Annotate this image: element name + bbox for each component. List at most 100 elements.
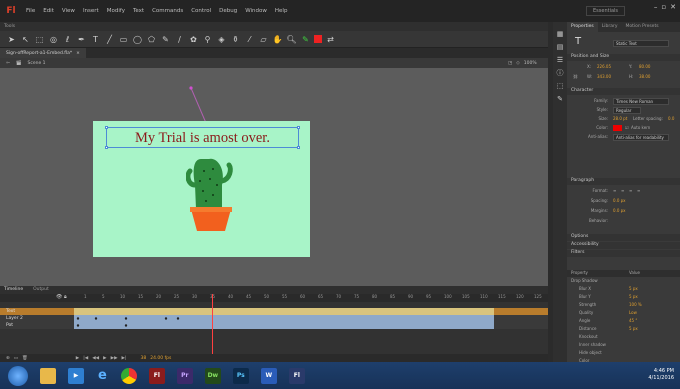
play-button[interactable]: ▶ xyxy=(76,356,79,361)
filter-row[interactable]: Angle 45 ° xyxy=(567,318,680,325)
line-tool-icon[interactable]: ╱ xyxy=(104,34,115,45)
edit-scene-icon[interactable]: ◳ xyxy=(508,61,512,66)
tab-timeline[interactable]: Timeline xyxy=(4,287,23,293)
flash-player-icon[interactable]: Fl xyxy=(288,367,305,384)
explorer-icon[interactable] xyxy=(40,367,56,384)
step-back-button[interactable]: ◀◀ xyxy=(92,356,99,361)
swatches-panel-icon[interactable]: ▤ xyxy=(556,43,565,52)
eraser-tool-icon[interactable]: ▱ xyxy=(258,34,269,45)
section-options[interactable]: Options xyxy=(567,234,680,241)
free-transform-tool-icon[interactable]: ⬚ xyxy=(34,34,45,45)
scene-label[interactable]: Scene 1 xyxy=(28,61,46,66)
media-player-icon[interactable]: ▶ xyxy=(68,367,84,384)
ink-bottle-tool-icon[interactable]: ⚱ xyxy=(230,34,241,45)
document-tab[interactable]: Sign-offReport-a1-Embed.fla* × xyxy=(0,48,86,58)
swap-colors-icon[interactable]: ⇄ xyxy=(325,34,336,45)
text-color-swatch[interactable] xyxy=(613,125,622,131)
new-folder-icon[interactable]: ▭ xyxy=(14,356,18,361)
paint-bucket-tool-icon[interactable]: ◈ xyxy=(216,34,227,45)
pasteboard[interactable]: My Trial is amost over. xyxy=(0,68,548,286)
delete-layer-icon[interactable]: 🗑︎ xyxy=(22,356,28,361)
close-tab-icon[interactable]: × xyxy=(76,51,80,56)
align-panel-icon[interactable]: ☰ xyxy=(556,56,565,65)
word-icon[interactable]: W xyxy=(260,367,277,384)
zoom-tool-icon[interactable]: 🔍︎ xyxy=(286,34,297,45)
deco-tool-icon[interactable]: ✿ xyxy=(188,34,199,45)
w-value[interactable]: 343.00 xyxy=(597,74,611,79)
filter-value[interactable]: 5 px xyxy=(629,286,638,291)
chrome-icon[interactable] xyxy=(120,367,137,384)
section-filters[interactable]: Filters xyxy=(567,250,680,257)
section-accessibility[interactable]: Accessibility xyxy=(567,242,680,249)
zoom-value[interactable]: 100% xyxy=(524,61,537,66)
flash-taskbar-icon[interactable]: Fl xyxy=(148,367,165,384)
auto-kern-checkbox[interactable]: ☑ xyxy=(625,125,629,130)
stage[interactable]: My Trial is amost over. xyxy=(93,121,310,257)
selection-tool-icon[interactable]: ➤ xyxy=(6,34,17,45)
back-arrow-icon[interactable]: ⇦ xyxy=(6,61,10,66)
oval-tool-icon[interactable]: ◯ xyxy=(132,34,143,45)
menu-modify[interactable]: Modify xyxy=(103,8,129,14)
photoshop-icon[interactable]: Ps xyxy=(232,367,249,384)
filter-row[interactable]: Blur Y 5 px xyxy=(567,294,680,301)
y-value[interactable]: 80.00 xyxy=(639,64,650,69)
style-dropdown[interactable]: Regular xyxy=(613,107,641,114)
filter-row[interactable]: Quality Low xyxy=(567,310,680,317)
tab-properties[interactable]: Properties xyxy=(567,22,598,32)
go-last-frame-button[interactable]: ▶| xyxy=(122,356,127,361)
edit-symbol-icon[interactable]: ◇ xyxy=(516,61,519,66)
close-button[interactable]: ✕ xyxy=(670,3,676,11)
section-position-size[interactable]: Position and Size xyxy=(567,54,680,61)
workspace-switcher[interactable]: Essentials xyxy=(586,6,626,16)
eyedropper-tool-icon[interactable]: ⁄ xyxy=(244,34,255,45)
fill-color-icon[interactable] xyxy=(314,35,322,43)
clock-date[interactable]: 4/11/2016 xyxy=(648,375,674,382)
playhead[interactable] xyxy=(212,294,213,362)
filter-row[interactable]: Blur X 5 px xyxy=(567,286,680,293)
info-panel-icon[interactable]: ⓘ xyxy=(556,69,565,78)
start-button[interactable] xyxy=(8,365,28,386)
3d-rotation-tool-icon[interactable]: ◎ xyxy=(48,34,59,45)
stage-text[interactable]: My Trial is amost over. xyxy=(107,130,298,147)
rectangle-tool-icon[interactable]: ▭ xyxy=(118,34,129,45)
menu-file[interactable]: File xyxy=(22,8,39,14)
filter-row[interactable]: Strength 100 % xyxy=(567,302,680,309)
dreamweaver-icon[interactable]: Dw xyxy=(204,367,221,384)
menu-window[interactable]: Window xyxy=(241,8,271,14)
selected-text-field[interactable]: My Trial is amost over. xyxy=(105,126,300,149)
go-first-frame-button[interactable]: |◀ xyxy=(83,356,88,361)
play-pause-button[interactable]: ▶ xyxy=(103,356,106,361)
menu-text[interactable]: Text xyxy=(129,8,148,14)
filter-row[interactable]: Hide object xyxy=(567,350,680,357)
handle-br[interactable] xyxy=(297,146,300,149)
stroke-color-icon[interactable]: ✎ xyxy=(300,34,311,45)
x-value[interactable]: 226.05 xyxy=(597,64,611,69)
align-center-icon[interactable]: ≡ xyxy=(621,188,624,193)
premiere-icon[interactable]: Pr xyxy=(176,367,193,384)
size-value[interactable]: 28.0 pt xyxy=(613,116,627,121)
polystar-tool-icon[interactable]: ⬠ xyxy=(146,34,157,45)
filter-value[interactable]: Low xyxy=(629,310,637,315)
handle-bl[interactable] xyxy=(105,146,108,149)
handle-tl[interactable] xyxy=(105,126,108,129)
margins-value[interactable]: 0.0 px xyxy=(613,208,626,213)
family-dropdown[interactable]: Times New Roman xyxy=(613,98,669,105)
section-character[interactable]: Character xyxy=(567,88,680,95)
h-value[interactable]: 38.00 xyxy=(639,74,650,79)
cactus-illustration[interactable] xyxy=(186,155,246,231)
text-tool-icon[interactable]: T xyxy=(90,34,101,45)
bone-tool-icon[interactable]: ⚲ xyxy=(202,34,213,45)
anti-alias-dropdown[interactable]: Anti-alias for readability xyxy=(613,134,669,141)
eye-icon[interactable]: 👁︎ xyxy=(56,294,62,300)
menu-view[interactable]: View xyxy=(58,8,79,14)
link-icon[interactable]: ⛓︎ xyxy=(573,74,578,79)
tab-motion-presets[interactable]: Motion Presets xyxy=(622,22,663,32)
section-paragraph[interactable]: Paragraph xyxy=(567,178,680,185)
maximize-button[interactable]: ▫ xyxy=(661,3,666,11)
clock-time[interactable]: 4:46 PM xyxy=(648,368,674,375)
current-frame[interactable]: 38 xyxy=(141,356,147,361)
zoom-control[interactable]: ◳ ◇ 100% xyxy=(508,58,537,68)
fps-value[interactable]: 24.00 fps xyxy=(150,356,171,361)
filter-row[interactable]: Drop Shadow xyxy=(567,278,680,285)
hand-tool-icon[interactable]: ✋ xyxy=(272,34,283,45)
